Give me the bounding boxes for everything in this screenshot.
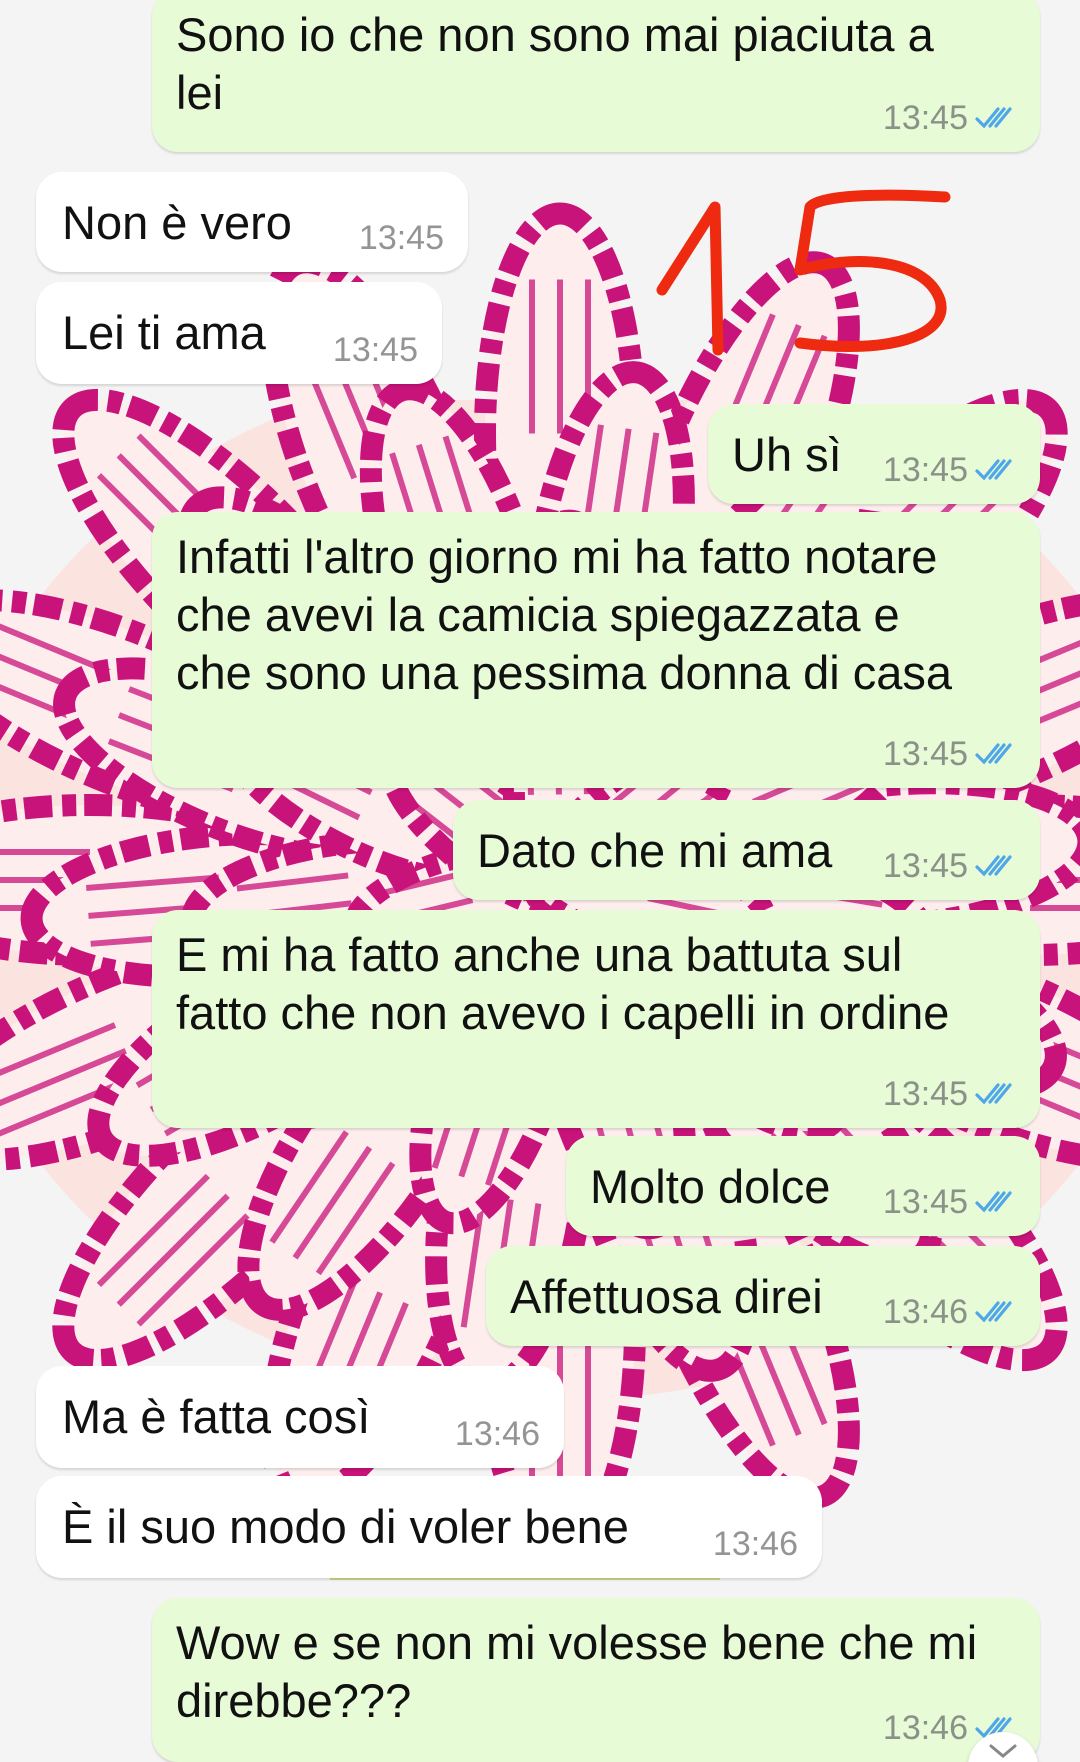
outgoing-message[interactable]: Infatti l'altro giorno mi ha fatto notar…	[152, 512, 1040, 788]
message-timestamp: 13:45	[882, 847, 968, 885]
outgoing-message[interactable]: Molto dolce 13:45	[566, 1136, 1040, 1236]
message-text: Infatti l'altro giorno mi ha fatto notar…	[176, 530, 953, 699]
message-timestamp: 13:45	[882, 1183, 968, 1221]
message-timestamp: 13:46	[712, 1525, 798, 1563]
message-meta: 13:45	[883, 98, 1018, 138]
read-receipt-icon	[975, 107, 1012, 129]
chevron-down-icon	[989, 1744, 1017, 1758]
message-timestamp: 13:45	[882, 1075, 968, 1113]
incoming-message[interactable]: Lei ti ama 13:45	[36, 282, 442, 384]
outgoing-message[interactable]: E mi ha fatto anche una battuta sul fatt…	[152, 910, 1040, 1128]
chat-window[interactable]: Sono io che non sono mai piaciuta a lei 1…	[0, 0, 1080, 1762]
message-meta: 13:46	[713, 1524, 798, 1564]
message-timestamp: 13:45	[882, 451, 968, 489]
outgoing-message[interactable]: Affettuosa direi 13:46	[486, 1246, 1040, 1346]
read-receipt-icon	[975, 855, 1012, 877]
incoming-message[interactable]: Ma è fatta così 13:46	[36, 1366, 564, 1468]
message-timestamp: 13:46	[882, 1709, 968, 1747]
message-timestamp: 13:46	[882, 1293, 968, 1331]
outgoing-message[interactable]: Uh sì 13:45	[708, 404, 1040, 504]
read-receipt-icon	[975, 1083, 1012, 1105]
message-timestamp: 13:46	[454, 1415, 540, 1453]
read-receipt-icon	[975, 1191, 1012, 1213]
incoming-message[interactable]: Non è vero 13:45	[36, 172, 468, 272]
message-timestamp: 13:45	[882, 99, 968, 137]
incoming-message[interactable]: È il suo modo di voler bene 13:46	[36, 1476, 822, 1578]
message-meta: 13:46	[455, 1414, 540, 1454]
message-text: È il suo modo di voler bene	[62, 1500, 629, 1553]
message-meta: 13:45	[333, 330, 418, 370]
message-meta: 13:46	[883, 1292, 1018, 1332]
message-meta: 13:45	[883, 846, 1018, 886]
message-meta: 13:45	[883, 1182, 1018, 1222]
message-meta: 13:45	[883, 1074, 1018, 1114]
message-timestamp: 13:45	[882, 735, 968, 773]
outgoing-message[interactable]: Dato che mi ama 13:45	[453, 800, 1040, 900]
read-receipt-icon	[975, 743, 1012, 765]
read-receipt-icon	[975, 459, 1012, 481]
message-text: E mi ha fatto anche una battuta sul fatt…	[176, 928, 950, 1039]
outgoing-message[interactable]: Wow e se non mi volesse bene che mi dire…	[152, 1598, 1040, 1762]
message-timestamp: 13:45	[358, 219, 444, 257]
message-meta: 13:45	[359, 218, 444, 258]
outgoing-message[interactable]: Sono io che non sono mai piaciuta a lei 1…	[152, 0, 1040, 152]
read-receipt-icon	[975, 1301, 1012, 1323]
message-meta: 13:45	[883, 450, 1018, 490]
handwritten-number-annotation	[656, 189, 951, 356]
message-timestamp: 13:45	[332, 331, 418, 369]
message-meta: 13:45	[883, 734, 1018, 774]
